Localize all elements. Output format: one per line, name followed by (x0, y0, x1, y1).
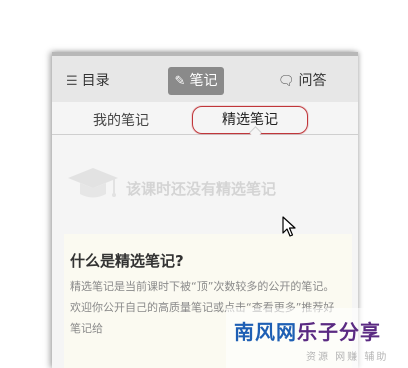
chat-icon: 🗨 (278, 74, 295, 89)
empty-state-message: 该课时还没有精选笔记 (126, 180, 277, 198)
notes-subtabs: 我的笔记 精选笔记 (52, 102, 358, 135)
watermark-brand-part1: 南风网 (234, 320, 297, 344)
panel-nav-bar: ☰ 目录 ✎ 笔记 🗨 问答 (52, 52, 358, 102)
edit-icon: ✎ (174, 74, 186, 89)
nav-toc-label: 目录 (81, 73, 110, 89)
nav-toc[interactable]: ☰ 目录 (66, 67, 110, 95)
nav-qa-label: 问答 (298, 73, 327, 89)
tab-my-notes[interactable]: 我的笔记 (93, 110, 149, 130)
watermark-tagline: 资源 网赚 辅助 (306, 352, 389, 363)
nav-notes-label: 笔记 (189, 73, 218, 89)
watermark-brand-part2: 乐子分享 (297, 320, 381, 344)
mouse-cursor-icon (282, 216, 296, 237)
nav-notes[interactable]: ✎ 笔记 (168, 67, 224, 95)
site-watermark: 南风网乐子分享 资源 网赚 辅助 (226, 308, 408, 368)
list-icon: ☰ (66, 74, 78, 89)
nav-qa[interactable]: 🗨 问答 (278, 67, 327, 95)
info-title: 什么是精选笔记? (70, 252, 184, 270)
watermark-brand: 南风网乐子分享 (234, 316, 381, 345)
graduation-cap-icon (68, 168, 118, 198)
